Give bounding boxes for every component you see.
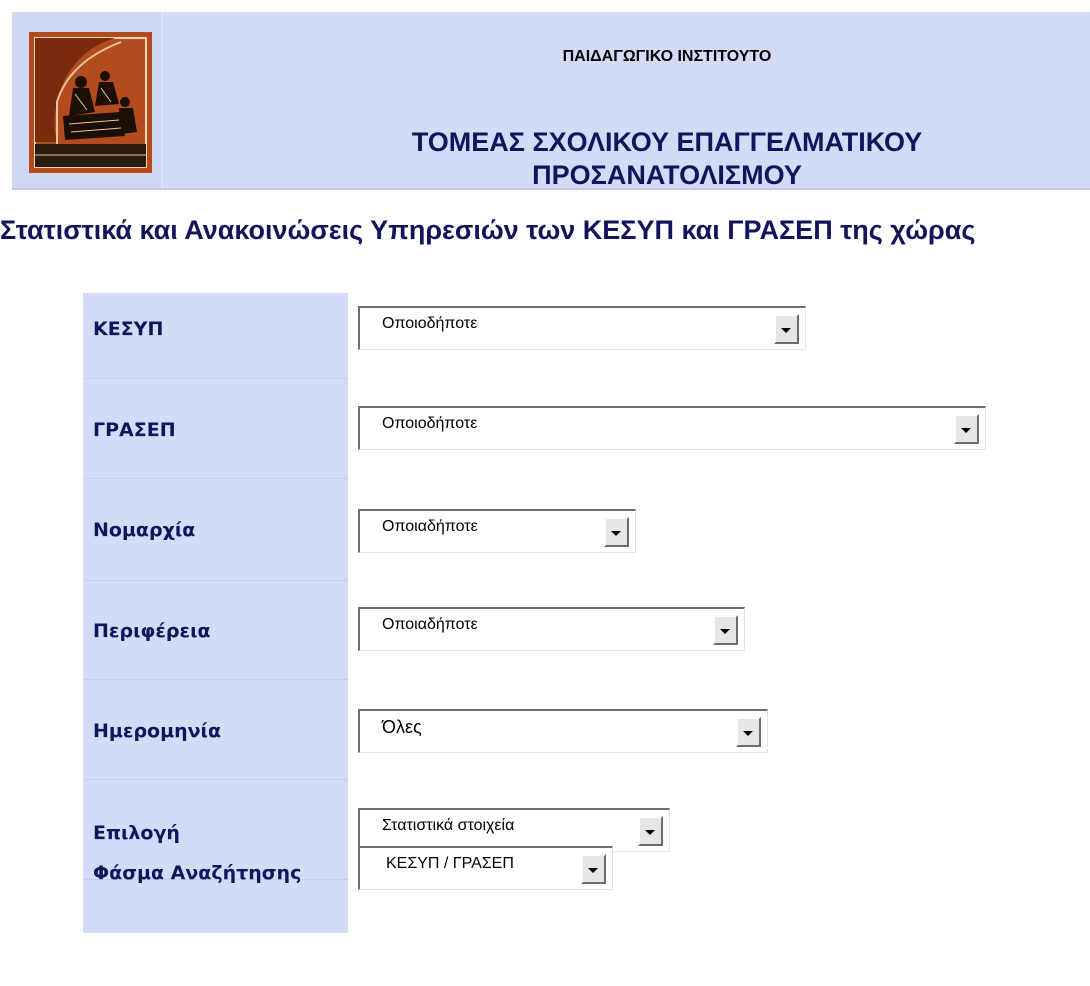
search-scope-dropdown-button[interactable] — [581, 854, 606, 884]
option-dropdown-button[interactable] — [638, 816, 663, 846]
row-divider — [83, 580, 348, 581]
region-select-value: Οποιαδήποτε — [382, 616, 478, 633]
search-scope-select-value: ΚΕΣΥΠ / ΓΡΑΣΕΠ — [386, 855, 514, 872]
prefecture-dropdown-button[interactable] — [604, 517, 629, 547]
prefecture-select-value: Οποιαδήποτε — [382, 518, 478, 535]
kesyp-dropdown-button[interactable] — [774, 314, 799, 344]
kesyp-label: ΚΕΣΥΠ — [93, 318, 164, 340]
row-divider — [83, 478, 348, 479]
page-title: Στατιστικά και Ανακοινώσεις Υπηρεσιών τω… — [0, 215, 976, 245]
row-divider — [83, 679, 348, 680]
search-scope-label: Φάσμα Αναζήτησης — [93, 862, 302, 884]
chevron-down-icon — [743, 731, 753, 736]
row-divider — [83, 378, 348, 379]
prefecture-select[interactable]: Οποιαδήποτε — [358, 509, 636, 553]
date-label: Ημερομηνία — [93, 720, 222, 742]
option-select-value: Στατιστικά στοιχεία — [382, 817, 515, 834]
department-title-line2: ΠΡΟΣΑΝΑΤΟΛΙΣΜΟΥ — [532, 160, 802, 190]
logo-cell — [12, 12, 163, 188]
chevron-down-icon — [720, 629, 730, 634]
date-select[interactable]: Όλες — [358, 709, 768, 753]
kesyp-select[interactable]: Οποιοδήποτε — [358, 306, 806, 350]
region-label: Περιφέρεια — [93, 620, 211, 642]
chevron-down-icon — [781, 328, 791, 333]
date-dropdown-button[interactable] — [736, 717, 761, 747]
department-title: ΤΟΜΕΑΣ ΣΧΟΛΙΚΟΥ ΕΠΑΓΓΕΛΜΑΤΙΚΟΥ ΠΡΟΣΑΝΑΤΟ… — [292, 126, 1042, 192]
grasep-select-value: Οποιοδήποτε — [382, 415, 478, 432]
chevron-down-icon — [645, 830, 655, 835]
option-label: Επιλογή — [93, 822, 180, 844]
grasep-select[interactable]: Οποιοδήποτε — [358, 406, 986, 450]
region-select[interactable]: Οποιαδήποτε — [358, 607, 745, 651]
institute-logo — [29, 32, 152, 173]
chevron-down-icon — [961, 428, 971, 433]
region-dropdown-button[interactable] — [713, 615, 738, 645]
grasep-label: ΓΡΑΣΕΠ — [93, 419, 176, 441]
header-banner: ΠΑΙΔΑΓΩΓΙΚΟ ΙΝΣΤΙΤΟΥΤΟ ΤΟΜΕΑΣ ΣΧΟΛΙΚΟΥ Ε… — [12, 12, 1090, 190]
date-select-value: Όλες — [382, 717, 422, 737]
chevron-down-icon — [588, 868, 598, 873]
prefecture-label: Νομαρχία — [93, 519, 196, 541]
search-scope-select[interactable]: ΚΕΣΥΠ / ΓΡΑΣΕΠ — [358, 846, 613, 890]
vase-scene-icon — [29, 32, 152, 173]
row-divider — [83, 779, 348, 780]
chevron-down-icon — [611, 531, 621, 536]
grasep-dropdown-button[interactable] — [954, 414, 979, 444]
department-title-line1: ΤΟΜΕΑΣ ΣΧΟΛΙΚΟΥ ΕΠΑΓΓΕΛΜΑΤΙΚΟΥ — [411, 127, 923, 157]
kesyp-select-value: Οποιοδήποτε — [382, 315, 478, 332]
institute-name: ΠΑΙΔΑΓΩΓΙΚΟ ΙΝΣΤΙΤΟΥΤΟ — [562, 48, 772, 65]
